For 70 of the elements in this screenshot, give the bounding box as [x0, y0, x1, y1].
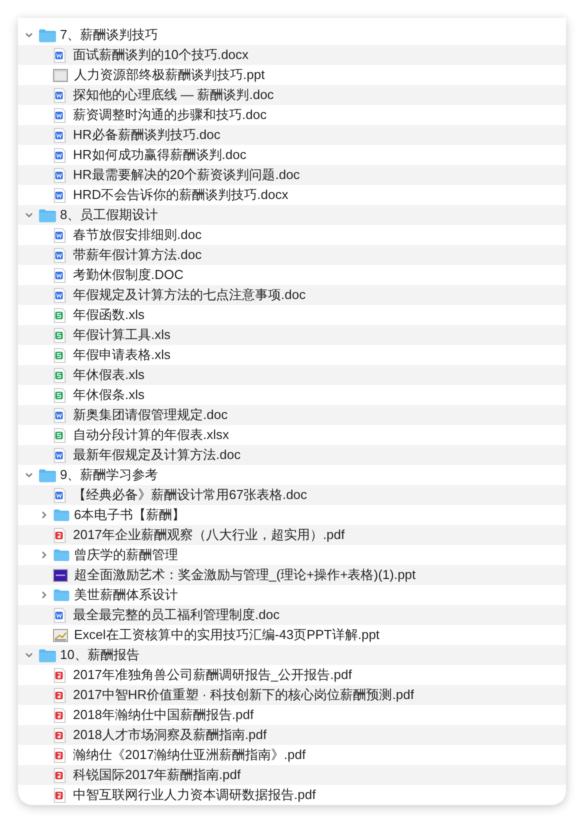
spreadsheet-icon: [53, 428, 66, 442]
spreadsheet-icon: [53, 368, 66, 382]
folder-icon: [38, 468, 57, 482]
chevron-right-icon[interactable]: [39, 550, 49, 560]
word-document-icon: [53, 228, 66, 242]
folder-icon: [53, 548, 70, 562]
file-name[interactable]: 2017年准独角兽公司薪酬调研报告_公开报告.pdf: [73, 666, 352, 684]
pdf-icon: [53, 668, 66, 682]
chevron-down-icon[interactable]: [24, 650, 34, 660]
pdf-icon: [53, 748, 66, 762]
file-name[interactable]: HR如何成功赢得薪酬谈判.doc: [73, 146, 246, 164]
slide-icon: [53, 568, 68, 582]
file-name[interactable]: 自动分段计算的年假表.xlsx: [73, 426, 229, 444]
spreadsheet-icon: [53, 348, 66, 362]
chevron-right-icon[interactable]: [39, 510, 49, 520]
folder-name[interactable]: 6本电子书【薪酬】: [74, 506, 186, 524]
folder-icon: [38, 208, 57, 222]
folder-name[interactable]: 8、员工假期设计: [60, 206, 158, 224]
chevron-down-icon[interactable]: [24, 470, 34, 480]
word-document-icon: [53, 188, 66, 202]
spreadsheet-icon: [53, 328, 66, 342]
spreadsheet-icon: [53, 308, 66, 322]
pdf-icon: [53, 708, 66, 722]
chevron-down-icon[interactable]: [24, 30, 34, 40]
file-name[interactable]: 考勤休假制度.DOC: [73, 266, 184, 284]
file-name[interactable]: HRD不会告诉你的薪酬谈判技巧.docx: [73, 186, 288, 204]
pdf-icon: [53, 528, 66, 542]
pdf-icon: [53, 788, 66, 802]
file-name[interactable]: 年假申请表格.xls: [73, 346, 170, 364]
pdf-icon: [53, 728, 66, 742]
folder-name[interactable]: 9、薪酬学习参考: [60, 466, 158, 484]
word-document-icon: [53, 248, 66, 262]
folder-icon: [53, 508, 70, 522]
folder-name[interactable]: 10、薪酬报告: [60, 646, 140, 664]
word-document-icon: [53, 168, 66, 182]
word-document-icon: [53, 128, 66, 142]
word-document-icon: [53, 408, 66, 422]
chevron-down-icon[interactable]: [24, 210, 34, 220]
folder-icon: [38, 28, 57, 42]
file-name[interactable]: 年休假表.xls: [73, 366, 144, 384]
folder-name[interactable]: 曾庆学的薪酬管理: [74, 546, 178, 564]
file-name[interactable]: 中智互联网行业人力资本调研数据报告.pdf: [73, 786, 316, 804]
word-document-icon: [53, 268, 66, 282]
folder-name[interactable]: 7、薪酬谈判技巧: [60, 26, 158, 44]
word-document-icon: [53, 108, 66, 122]
file-name[interactable]: Excel在工资核算中的实用技巧汇编-43页PPT详解.ppt: [74, 626, 380, 644]
word-document-icon: [53, 288, 66, 302]
pdf-icon: [53, 688, 66, 702]
window-icon: [53, 68, 68, 82]
folder-icon: [53, 588, 70, 602]
pdf-icon: [53, 768, 66, 782]
chart-slide-icon: [53, 628, 68, 642]
file-name[interactable]: 2018年瀚纳仕中国薪酬报告.pdf: [73, 706, 254, 724]
file-name[interactable]: 年休假条.xls: [73, 386, 144, 404]
word-document-icon: [53, 88, 66, 102]
word-document-icon: [53, 608, 66, 622]
folder-name[interactable]: 美世薪酬体系设计: [74, 586, 178, 604]
file-name[interactable]: 年假计算工具.xls: [73, 326, 170, 344]
spreadsheet-icon: [53, 388, 66, 402]
file-name[interactable]: 年假函数.xls: [73, 306, 144, 324]
file-name[interactable]: 春节放假安排细则.doc: [73, 226, 202, 244]
file-name[interactable]: 瀚纳仕《2017瀚纳仕亚洲薪酬指南》.pdf: [73, 746, 306, 764]
file-name[interactable]: 人力资源部终极薪酬谈判技巧.ppt: [74, 66, 265, 84]
word-document-icon: [53, 488, 66, 502]
word-document-icon: [53, 48, 66, 62]
word-document-icon: [53, 448, 66, 462]
word-document-icon: [53, 148, 66, 162]
folder-icon: [38, 648, 57, 662]
chevron-right-icon[interactable]: [39, 590, 49, 600]
file-name[interactable]: 薪资调整时沟通的步骤和技巧.doc: [73, 106, 267, 124]
